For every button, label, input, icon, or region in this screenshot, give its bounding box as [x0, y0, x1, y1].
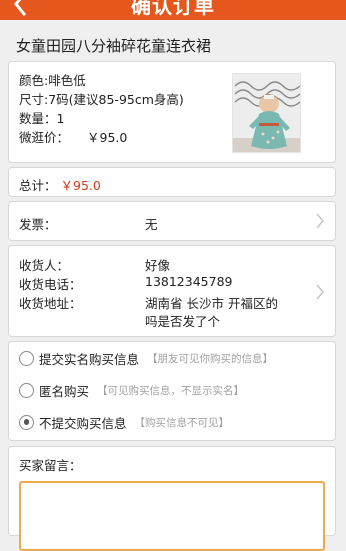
title-bar: 确认订单: [0, 0, 346, 20]
invoice-label: 发票：: [19, 217, 57, 232]
option-hint: 【可见购买信息，不显示实名】: [97, 384, 245, 397]
product-size: 尺寸:7码(建议85-95cm身高): [19, 92, 184, 107]
option-label: 提交实名购买信息: [39, 351, 140, 367]
product-price-value: ￥95.0: [87, 130, 128, 145]
option-label: 匿名购买: [39, 383, 90, 399]
invoice-card[interactable]: 发票： 无: [8, 201, 336, 241]
product-price-row: 微逛价： ￥95.0: [19, 127, 127, 146]
option-anonymous[interactable]: 匿名购买 【可见购买信息，不显示实名】: [19, 380, 244, 400]
option-hint: 【朋友可见你购买的信息】: [147, 352, 274, 365]
option-hint: 【购买信息不可见】: [134, 416, 230, 429]
recipient-card[interactable]: 收货人： 好像 收货电话： 13812345789 收货地址： 湖南省 长沙市 …: [8, 245, 336, 337]
product-photo: [233, 74, 300, 152]
radio-unchecked-icon[interactable]: [19, 382, 34, 398]
product-image[interactable]: [232, 73, 301, 153]
recipient-name-label: 收货人：: [19, 258, 70, 273]
option-label: 不提交购买信息: [39, 415, 127, 431]
page-title: 确认订单: [131, 0, 215, 18]
product-price-label: 微逛价：: [19, 130, 70, 145]
total-card: 总计： ￥95.0: [8, 167, 336, 197]
chevron-right-icon[interactable]: [315, 284, 325, 300]
recipient-address-line-1: 湖南省 长沙市 开福区的: [145, 296, 278, 311]
recipient-address-label: 收货地址：: [19, 296, 82, 311]
product-name: 女童田园八分袖碎花童连衣裙: [16, 37, 212, 55]
chevron-right-icon[interactable]: [315, 213, 325, 229]
product-quantity: 数量：1: [19, 111, 65, 126]
purchase-options-card: 提交实名购买信息 【朋友可见你购买的信息】 匿名购买 【可见购买信息，不显示实名…: [8, 341, 336, 441]
total-value: ￥95.0: [60, 178, 101, 193]
message-card: 买家留言：: [8, 446, 336, 551]
radio-unchecked-icon[interactable]: [19, 350, 34, 366]
recipient-phone: 13812345789: [145, 274, 233, 289]
option-no-info[interactable]: 不提交购买信息 【购买信息不可见】: [19, 412, 229, 432]
product-color: 颜色:啡色低: [19, 73, 86, 88]
option-real-name[interactable]: 提交实名购买信息 【朋友可见你购买的信息】: [19, 348, 273, 368]
message-label: 买家留言：: [19, 458, 82, 473]
total-row: 总计： ￥95.0: [19, 175, 101, 194]
recipient-phone-label: 收货电话：: [19, 277, 82, 292]
invoice-value: 无: [145, 217, 158, 232]
product-card[interactable]: 颜色:啡色低 尺寸:7码(建议85-95cm身高) 数量：1 微逛价： ￥95.…: [8, 61, 336, 163]
recipient-name: 好像: [145, 258, 171, 273]
recipient-address-line-2: 吗是否发了个: [145, 314, 221, 329]
total-label: 总计：: [19, 178, 57, 193]
radio-checked-icon[interactable]: [19, 414, 34, 430]
message-input[interactable]: [19, 481, 325, 551]
